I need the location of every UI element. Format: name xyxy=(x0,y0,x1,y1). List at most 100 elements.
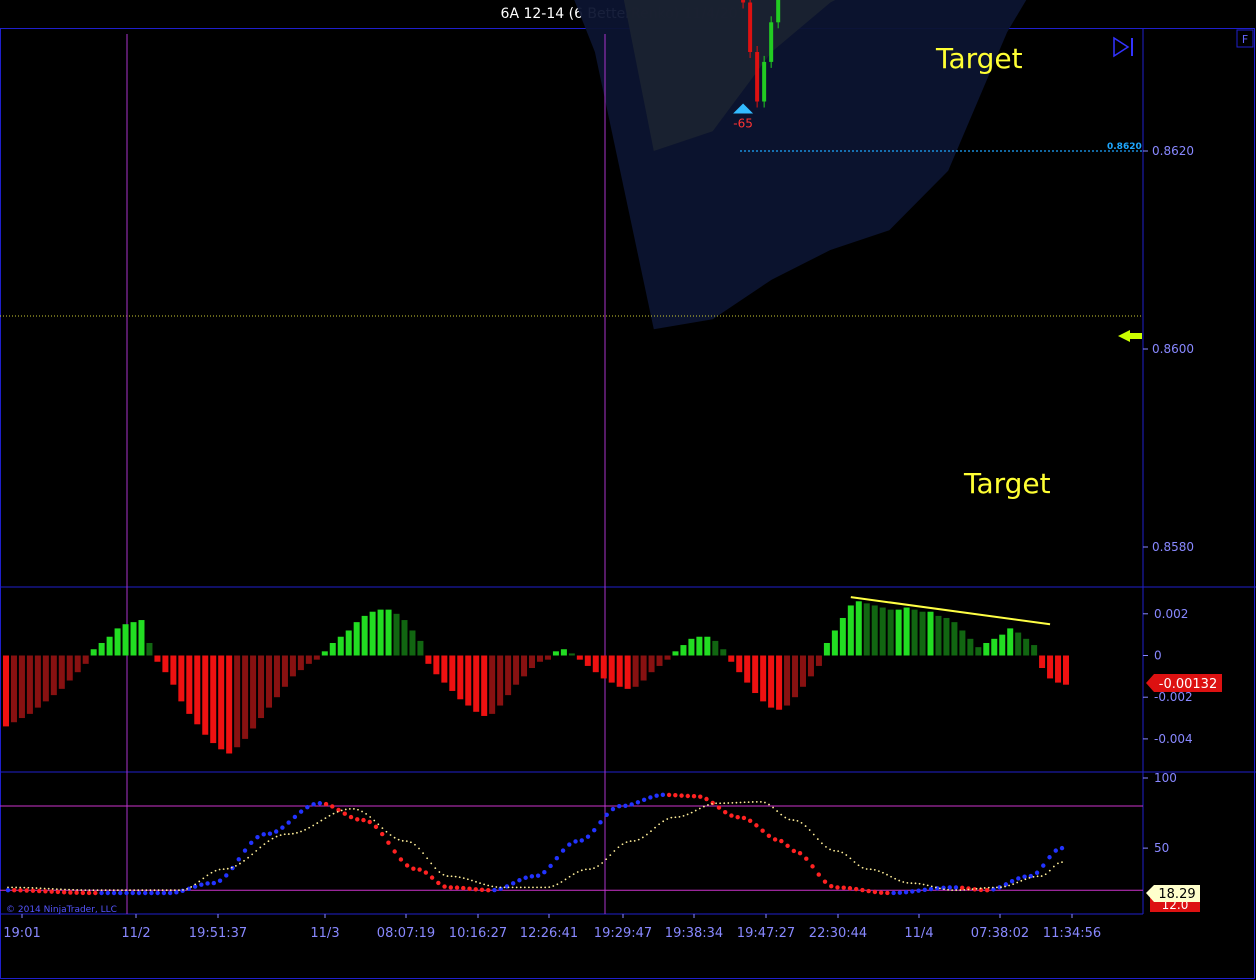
stoch-fast-dot xyxy=(673,793,678,798)
stoch-slow-dot xyxy=(943,888,945,891)
stoch-slow-dot xyxy=(145,889,148,892)
stoch-fast-dot xyxy=(729,813,734,818)
stoch-fast-dot xyxy=(573,839,578,844)
stoch-fast-dot xyxy=(679,793,684,798)
stoch-fast-dot xyxy=(928,886,934,892)
stoch-fast-dot xyxy=(211,880,217,886)
stoch-slow-dot xyxy=(1036,875,1039,878)
stoch-slow-dot xyxy=(194,883,197,886)
stoch-slow-dot xyxy=(72,888,75,891)
stoch-fast-dot xyxy=(878,890,884,895)
macd-histogram-bar xyxy=(704,636,711,656)
macd-y-tick-label: 0 xyxy=(1154,649,1162,663)
stoch-slow-dot xyxy=(633,839,636,842)
stoch-fast-dot xyxy=(560,848,566,853)
macd-histogram-bar xyxy=(784,655,791,706)
stoch-slow-dot xyxy=(678,815,681,818)
stoch-slow-dot xyxy=(332,812,335,815)
corner-f-label[interactable]: F xyxy=(1242,33,1248,46)
macd-histogram-bar xyxy=(58,655,65,689)
x-tick-label: 07:38:02 xyxy=(971,926,1029,941)
stoch-y-tick-label: 100 xyxy=(1154,771,1177,785)
stoch-slow-dot xyxy=(483,883,486,886)
stoch-slow-dot xyxy=(149,889,152,892)
stoch-slow-dot xyxy=(735,801,738,804)
macd-histogram-bar xyxy=(329,642,336,656)
stoch-slow-dot xyxy=(837,850,840,853)
stoch-fast-dot xyxy=(68,890,73,895)
stoch-slow-dot xyxy=(727,802,730,804)
macd-histogram-bar xyxy=(712,640,719,656)
stoch-slow-dot xyxy=(1020,879,1023,882)
stoch-fast-dot xyxy=(754,823,759,828)
stoch-slow-dot xyxy=(930,885,933,888)
macd-y-tick-label: 0.002 xyxy=(1154,607,1188,621)
stoch-fast-dot xyxy=(99,890,104,896)
stoch-slow-dot xyxy=(829,848,831,851)
macd-histogram-bar xyxy=(449,655,456,691)
macd-histogram-bar xyxy=(736,655,743,673)
stoch-slow-dot xyxy=(918,882,921,885)
macd-histogram-bar xyxy=(10,655,17,723)
stoch-slow-dot xyxy=(991,886,994,889)
go-to-last-bar-icon[interactable] xyxy=(1113,36,1133,58)
copyright-label: © 2014 NinjaTrader, LLC xyxy=(6,905,117,915)
stoch-fast-dot xyxy=(510,881,516,886)
stoch-fast-dot xyxy=(136,890,142,896)
stoch-slow-dot xyxy=(1044,873,1047,876)
stoch-slow-dot xyxy=(869,868,872,871)
stoch-slow-dot xyxy=(76,889,79,891)
stoch-fast-dot xyxy=(429,875,435,880)
macd-histogram-bar xyxy=(1063,655,1069,685)
stoch-fast-dot xyxy=(704,796,709,802)
stoch-fast-dot xyxy=(860,887,865,893)
macd-histogram-bar xyxy=(313,655,320,660)
stoch-slow-dot xyxy=(1048,869,1051,872)
macd-histogram-bar xyxy=(680,645,687,656)
stoch-fast-dot xyxy=(691,794,697,799)
stoch-slow-dot xyxy=(401,839,404,842)
stoch-slow-dot xyxy=(995,886,998,889)
x-tick-label: 19:47:27 xyxy=(737,926,795,941)
stoch-slow-dot xyxy=(641,836,644,839)
chart-canvas: F0.88200.88000.87800.87600.87400.87200.8… xyxy=(0,0,1256,979)
macd-histogram-bar xyxy=(560,649,567,656)
macd-histogram-bar xyxy=(50,655,57,696)
stoch-slow-dot xyxy=(442,873,445,876)
stoch-slow-dot xyxy=(7,886,9,889)
swing-low-label: -65 xyxy=(733,117,753,131)
stoch-fast-dot xyxy=(161,890,167,896)
x-tick-label: 12:26:41 xyxy=(520,926,578,941)
stoch-fast-dot xyxy=(111,890,117,896)
macd-last-value-label: -0.00132 xyxy=(1159,677,1217,692)
stoch-slow-dot xyxy=(552,885,555,887)
outer-envelope-band xyxy=(574,0,1027,330)
macd-histogram-bar xyxy=(433,655,440,675)
stoch-fast-dot xyxy=(710,800,715,806)
stoch-slow-dot xyxy=(959,889,962,891)
macd-histogram-bar xyxy=(1015,632,1022,656)
stoch-slow-dot xyxy=(662,820,665,823)
stoch-slow-dot xyxy=(788,818,791,821)
macd-histogram-bar xyxy=(839,617,846,656)
stoch-slow-dot xyxy=(666,818,669,820)
macd-histogram-bar xyxy=(409,630,416,656)
stoch-slow-dot xyxy=(133,889,136,892)
stoch-slow-dot xyxy=(491,885,494,888)
stoch-slow-dot xyxy=(353,808,355,810)
macd-histogram-bar xyxy=(640,655,647,681)
stoch-slow-dot xyxy=(409,841,412,844)
stoch-slow-dot xyxy=(804,825,807,827)
stoch-fast-dot xyxy=(604,812,609,817)
macd-histogram-bar xyxy=(951,622,958,656)
stoch-fast-dot xyxy=(436,880,441,886)
macd-histogram-bar xyxy=(799,655,806,687)
stoch-slow-dot xyxy=(121,889,123,892)
stoch-slow-dot xyxy=(283,833,286,836)
macd-histogram-bar xyxy=(879,607,886,656)
macd-histogram-bar xyxy=(218,655,225,750)
macd-histogram-bar xyxy=(672,651,679,656)
stoch-slow-dot xyxy=(503,886,506,889)
stoch-slow-dot xyxy=(780,813,783,816)
macd-histogram-bar xyxy=(1007,628,1014,656)
